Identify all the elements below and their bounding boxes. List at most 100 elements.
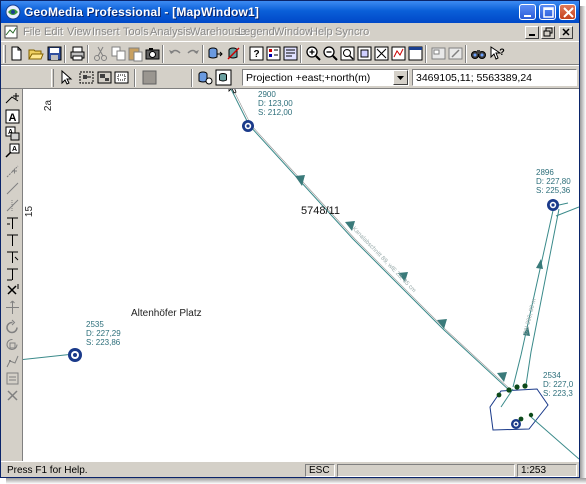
- mdi-minimize-button[interactable]: [525, 26, 539, 39]
- window-shadow-bottom: [6, 478, 586, 484]
- zoom-in-button[interactable]: [305, 45, 322, 62]
- tool-t-split[interactable]: [4, 265, 21, 282]
- maximize-button[interactable]: [539, 4, 556, 20]
- style-swatch-button[interactable]: [141, 69, 158, 86]
- new-document-icon: [11, 46, 22, 61]
- tool-insert-feature[interactable]: [4, 91, 21, 108]
- layout-button[interactable]: [430, 45, 447, 62]
- node-sole-text: S: 212,00: [258, 108, 293, 117]
- coordinate-readout[interactable]: 3469105,11; 5563389,24: [412, 69, 577, 86]
- maximize-icon: [543, 7, 554, 18]
- node-label-2896: 2896 D: 227,80 S: 225,36: [536, 168, 571, 195]
- display-button[interactable]: [390, 45, 407, 62]
- warehouse-connect-button[interactable]: [207, 45, 224, 62]
- tool-snap[interactable]: [4, 163, 21, 180]
- coordinate-system-button[interactable]: [215, 69, 232, 86]
- layout-edit-button[interactable]: [447, 45, 464, 62]
- map-canvas[interactable]: 2900 D: 123,00 S: 212,00 2896 D: 227,80 …: [23, 89, 579, 461]
- pipe-line-right-a: [512, 205, 555, 388]
- close-button[interactable]: [559, 4, 576, 20]
- menu-edit[interactable]: Edit: [44, 26, 63, 38]
- tool-insert-text[interactable]: A: [4, 108, 21, 125]
- select-set-button[interactable]: [78, 69, 95, 86]
- redo-button[interactable]: [184, 45, 201, 62]
- tool-continue[interactable]: [4, 180, 21, 197]
- minimize-button[interactable]: [519, 4, 536, 20]
- spatial-filter-button[interactable]: [373, 45, 390, 62]
- menu-window[interactable]: Window: [274, 26, 313, 38]
- print-button[interactable]: [69, 45, 86, 62]
- junction-point: [522, 383, 528, 389]
- tool-trim[interactable]: [4, 197, 21, 214]
- precision-coords-button[interactable]: [197, 69, 214, 86]
- tool-rotate[interactable]: [4, 319, 21, 336]
- tool-move[interactable]: [4, 299, 21, 316]
- select-tool-button[interactable]: [57, 69, 74, 86]
- redo-icon: [187, 49, 199, 54]
- svg-text:?: ?: [499, 47, 505, 57]
- junction-point: [528, 412, 534, 418]
- menu-view[interactable]: View: [67, 26, 91, 38]
- copy-button[interactable]: [110, 45, 127, 62]
- toolbar-grip[interactable]: [51, 69, 54, 87]
- projection-select[interactable]: Projection +east;+north(m): [242, 69, 409, 86]
- tool-delete[interactable]: [4, 387, 21, 404]
- save-button[interactable]: [46, 45, 63, 62]
- menu-help[interactable]: Help: [310, 26, 333, 38]
- properties-button[interactable]: ?: [248, 45, 265, 62]
- geomedia-app-icon[interactable]: [5, 4, 21, 20]
- tool-rotate-copy[interactable]: [4, 336, 21, 353]
- main-window: GeoMedia Professional - [MapWindow1] Fil…: [0, 0, 580, 478]
- menu-file[interactable]: File: [23, 26, 41, 38]
- tool-label[interactable]: A: [4, 125, 21, 142]
- select-window-button[interactable]: [113, 69, 130, 86]
- mdi-restore-button[interactable]: [541, 26, 555, 39]
- query-icon: [283, 46, 298, 61]
- cut-button[interactable]: [92, 45, 109, 62]
- query-button[interactable]: [282, 45, 299, 62]
- menu-insert[interactable]: Insert: [92, 26, 120, 38]
- mdi-close-button[interactable]: [559, 26, 573, 39]
- title-bar[interactable]: GeoMedia Professional - [MapWindow1]: [1, 1, 579, 23]
- open-button[interactable]: [27, 45, 44, 62]
- tool-t-junction[interactable]: [4, 231, 21, 248]
- menu-legend[interactable]: Legend: [238, 26, 275, 38]
- pipe-line-right-b: [525, 208, 560, 386]
- whats-this-button[interactable]: ?: [489, 45, 506, 62]
- legend-properties-button[interactable]: [265, 45, 282, 62]
- snap-icon: [6, 165, 19, 178]
- menu-tools[interactable]: Tools: [123, 26, 149, 38]
- paste-special-button[interactable]: [144, 45, 161, 62]
- map-window-button[interactable]: [407, 45, 424, 62]
- status-scale: 1:253: [517, 464, 577, 477]
- new-button[interactable]: [8, 45, 25, 62]
- paste-button[interactable]: [127, 45, 144, 62]
- toolbar-separator: [425, 45, 427, 63]
- undo-button[interactable]: [167, 45, 184, 62]
- tool-label-edit[interactable]: A: [4, 142, 21, 159]
- tool-t-extend[interactable]: [4, 248, 21, 265]
- precision-coords-icon: [198, 71, 213, 85]
- menu-analysis[interactable]: Analysis: [150, 26, 191, 38]
- projection-dropdown-button[interactable]: [393, 70, 408, 85]
- zoom-out-button[interactable]: [322, 45, 339, 62]
- find-button[interactable]: [470, 45, 487, 62]
- toolbar-grip[interactable]: [3, 45, 6, 63]
- tool-extend-t[interactable]: [4, 214, 21, 231]
- status-esc-indicator: ESC: [305, 464, 335, 477]
- copy-icon: [111, 46, 126, 61]
- fit-selected-button[interactable]: [356, 45, 373, 62]
- tool-edit-geometry[interactable]: [4, 353, 21, 370]
- save-disk-icon: [47, 46, 62, 61]
- tool-change-attribute[interactable]: [4, 370, 21, 387]
- move-icon: [6, 300, 19, 314]
- select-area-button[interactable]: [96, 69, 113, 86]
- rotate-copy-icon: [6, 338, 18, 350]
- street-name-label: Altenhöfer Platz: [131, 308, 202, 319]
- fit-all-button[interactable]: [339, 45, 356, 62]
- tool-delete-vertex[interactable]: [4, 282, 21, 299]
- menu-syncro[interactable]: Syncro: [335, 26, 369, 38]
- mapwindow-icon[interactable]: [4, 25, 18, 39]
- warehouse-disconnect-button[interactable]: [225, 45, 242, 62]
- select-area-icon: [97, 71, 112, 84]
